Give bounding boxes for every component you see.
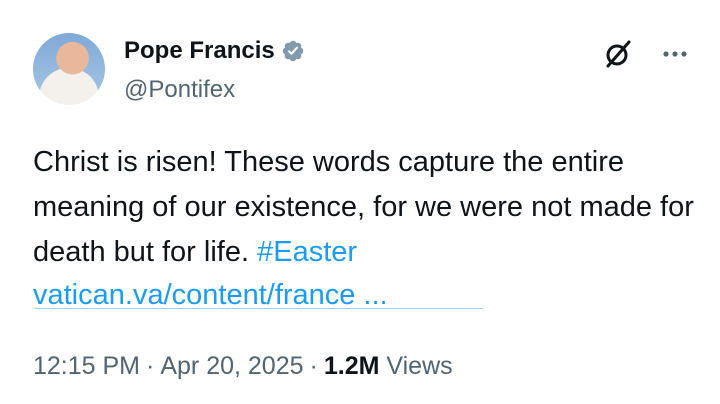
hashtag-link[interactable]: #Easter (257, 236, 357, 268)
name-row: Pope Francis (124, 34, 305, 68)
separator-dot: · (309, 352, 318, 380)
tweet-text: Christ is risen! These words capture the… (33, 140, 698, 275)
verified-badge-icon[interactable] (281, 39, 305, 63)
tweet-header: Pope Francis @Pontifex (124, 34, 305, 104)
author-avatar[interactable] (33, 33, 105, 105)
author-handle[interactable]: @Pontifex (124, 76, 305, 104)
tweet-actions (602, 38, 690, 70)
views-label: Views (386, 352, 453, 380)
tweet-body: Christ is risen! These words capture the… (33, 146, 694, 268)
url-link[interactable]: vatican.va/content/france... (33, 275, 388, 315)
more-horizontal-icon[interactable] (660, 39, 690, 69)
tweet-meta: 12:15 PM · Apr 20, 2025 · 1.2M Views (33, 352, 453, 381)
separator-dot: · (146, 352, 155, 380)
tweet-time[interactable]: 12:15 PM (33, 352, 140, 380)
tweet-date[interactable]: Apr 20, 2025 (160, 352, 303, 380)
link-underline (35, 308, 483, 309)
author-name[interactable]: Pope Francis (124, 37, 275, 65)
views-count[interactable]: 1.2M (324, 352, 380, 380)
grok-slashed-circle-icon[interactable] (602, 38, 634, 70)
url-text[interactable]: vatican.va/content/france (33, 279, 355, 311)
url-ellipsis: ... (363, 279, 388, 311)
